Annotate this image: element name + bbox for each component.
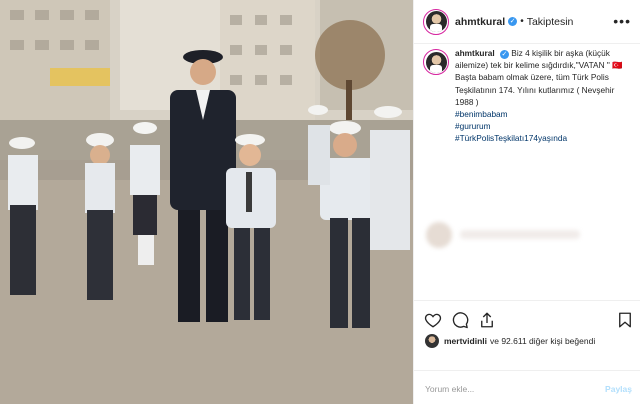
post-comment-button[interactable]: Paylaş xyxy=(605,384,632,394)
follow-status[interactable]: Takiptesin xyxy=(527,16,574,28)
share-icon[interactable] xyxy=(478,311,496,329)
likes-summary: mertvidinli ve 92.611 diğer kişi beğendi xyxy=(425,334,595,348)
heart-icon[interactable] xyxy=(424,311,442,329)
comment-input[interactable]: Yorum ekle... xyxy=(425,384,474,394)
caption-text-block: ahmtkural ✓ Biz 4 kişilik bir aşka (küçü… xyxy=(455,47,635,145)
hashtag-link[interactable]: #TürkPolisTeşkilatı174yaşında xyxy=(455,132,635,144)
hashtag-link[interactable]: #gururum xyxy=(455,120,635,132)
post-dialog: ahmtkural ✓ • Takiptesin ••• ahmtkural ✓… xyxy=(0,0,640,404)
liker-username[interactable]: mertvidinli xyxy=(444,336,487,346)
liker-avatar[interactable] xyxy=(425,334,439,348)
separator-dot: • xyxy=(520,16,524,27)
verified-icon: ✓ xyxy=(499,50,509,59)
comment-icon[interactable] xyxy=(451,311,469,329)
comment-box: Yorum ekle... Paylaş xyxy=(414,370,640,404)
author-username[interactable]: ahmtkural xyxy=(455,16,505,28)
blurred-comment xyxy=(426,222,626,252)
bookmark-icon[interactable] xyxy=(616,311,634,329)
post-side-panel: ahmtkural ✓ • Takiptesin ••• ahmtkural ✓… xyxy=(413,0,640,404)
more-options-icon[interactable]: ••• xyxy=(613,13,631,29)
photo-illustration xyxy=(0,0,413,404)
post-header: ahmtkural ✓ • Takiptesin ••• xyxy=(414,0,640,44)
caption-username[interactable]: ahmtkural xyxy=(455,48,495,58)
verified-icon: ✓ xyxy=(508,17,518,26)
caption-avatar[interactable] xyxy=(423,49,449,75)
likes-text[interactable]: ve 92.611 diğer kişi beğendi xyxy=(490,336,595,346)
author-avatar[interactable] xyxy=(423,8,449,35)
post-photo[interactable] xyxy=(0,0,413,404)
post-caption: ahmtkural ✓ Biz 4 kişilik bir aşka (küçü… xyxy=(423,47,635,145)
hashtag-link[interactable]: #benimbabam xyxy=(455,108,635,120)
